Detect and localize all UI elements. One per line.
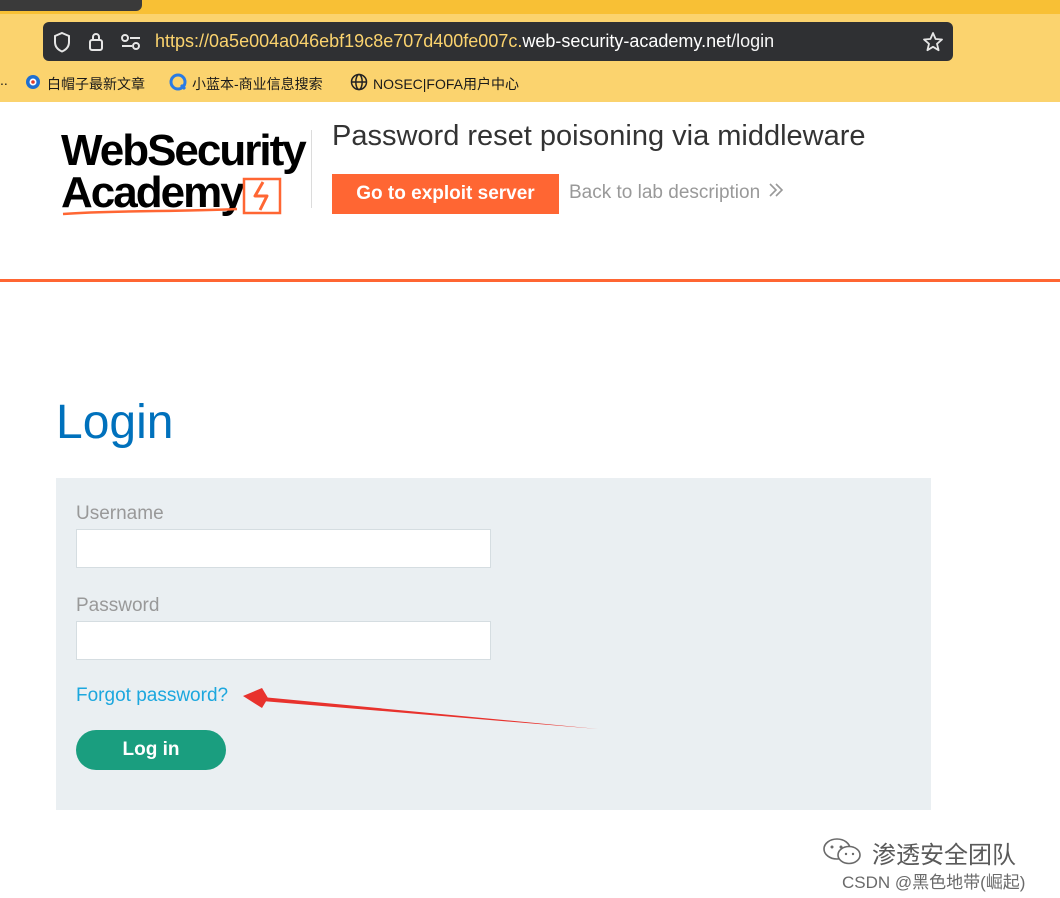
watermark-team: 渗透安全团队 (872, 842, 1016, 869)
login-button[interactable]: Log in (76, 730, 226, 770)
bookmarks-bar: .. 白帽子最新文章 小蓝本-商业信息搜索 NOSEC|FOFA用户中心 (0, 70, 1060, 96)
back-link-label: Back to lab description (569, 182, 761, 203)
back-to-lab-link[interactable]: Back to lab description (569, 182, 784, 204)
watermark-csdn: CSDN @黑色地带(崛起) (842, 873, 1026, 892)
header-divider (311, 130, 312, 208)
shield-icon[interactable] (52, 31, 72, 58)
bookmark-label: NOSEC|FOFA用户中心 (373, 75, 519, 92)
header-rule (0, 279, 1060, 282)
url-text[interactable]: https://0a5e004a046ebf19c8e707d400fe007c… (155, 31, 774, 52)
url-subdomain: 0a5e004a046ebf19c8e707d400fe007c. (209, 31, 523, 51)
url-protocol: https:// (155, 31, 210, 51)
bookmark-label: 白帽子最新文章 (47, 75, 145, 92)
address-bar[interactable]: https://0a5e004a046ebf19c8e707d400fe007c… (43, 22, 953, 61)
password-input[interactable] (76, 621, 491, 660)
logo-lightning-icon (62, 177, 282, 216)
globe-icon (350, 73, 368, 94)
bookmark-label: 小蓝本-商业信息搜索 (192, 75, 323, 92)
url-path: /login (731, 31, 775, 51)
bookmark-fofa[interactable]: NOSEC|FOFA用户中心 (350, 73, 519, 94)
exploit-server-button[interactable]: Go to exploit server (332, 174, 559, 214)
baimaozi-icon (24, 73, 42, 94)
web-security-academy-logo[interactable]: WebSecurity Academy (57, 124, 311, 220)
star-icon[interactable] (922, 31, 944, 58)
bookmarks-overflow[interactable]: .. (0, 72, 8, 88)
password-label: Password (76, 595, 160, 616)
permissions-icon[interactable] (120, 33, 142, 56)
browser-chrome: https://0a5e004a046ebf19c8e707d400fe007c… (0, 0, 1060, 102)
url-domain: web-security-academy.net (522, 31, 732, 51)
lab-title: Password reset poisoning via middleware (332, 120, 866, 152)
xiaolanben-icon (169, 73, 187, 94)
forgot-password-link[interactable]: Forgot password? (76, 685, 228, 707)
bookmark-xiaolanben[interactable]: 小蓝本-商业信息搜索 (169, 73, 323, 94)
wechat-icon (822, 836, 862, 871)
bookmark-baimaozi[interactable]: 白帽子最新文章 (24, 73, 145, 94)
username-label: Username (76, 503, 164, 524)
lock-icon[interactable] (87, 31, 105, 58)
username-input[interactable] (76, 529, 491, 568)
double-chevron-right-icon (768, 182, 784, 204)
login-form: Username Password Forgot password? Log i… (56, 478, 931, 810)
browser-tab[interactable] (0, 0, 142, 11)
tab-strip (0, 0, 1060, 14)
login-heading: Login (56, 396, 174, 449)
